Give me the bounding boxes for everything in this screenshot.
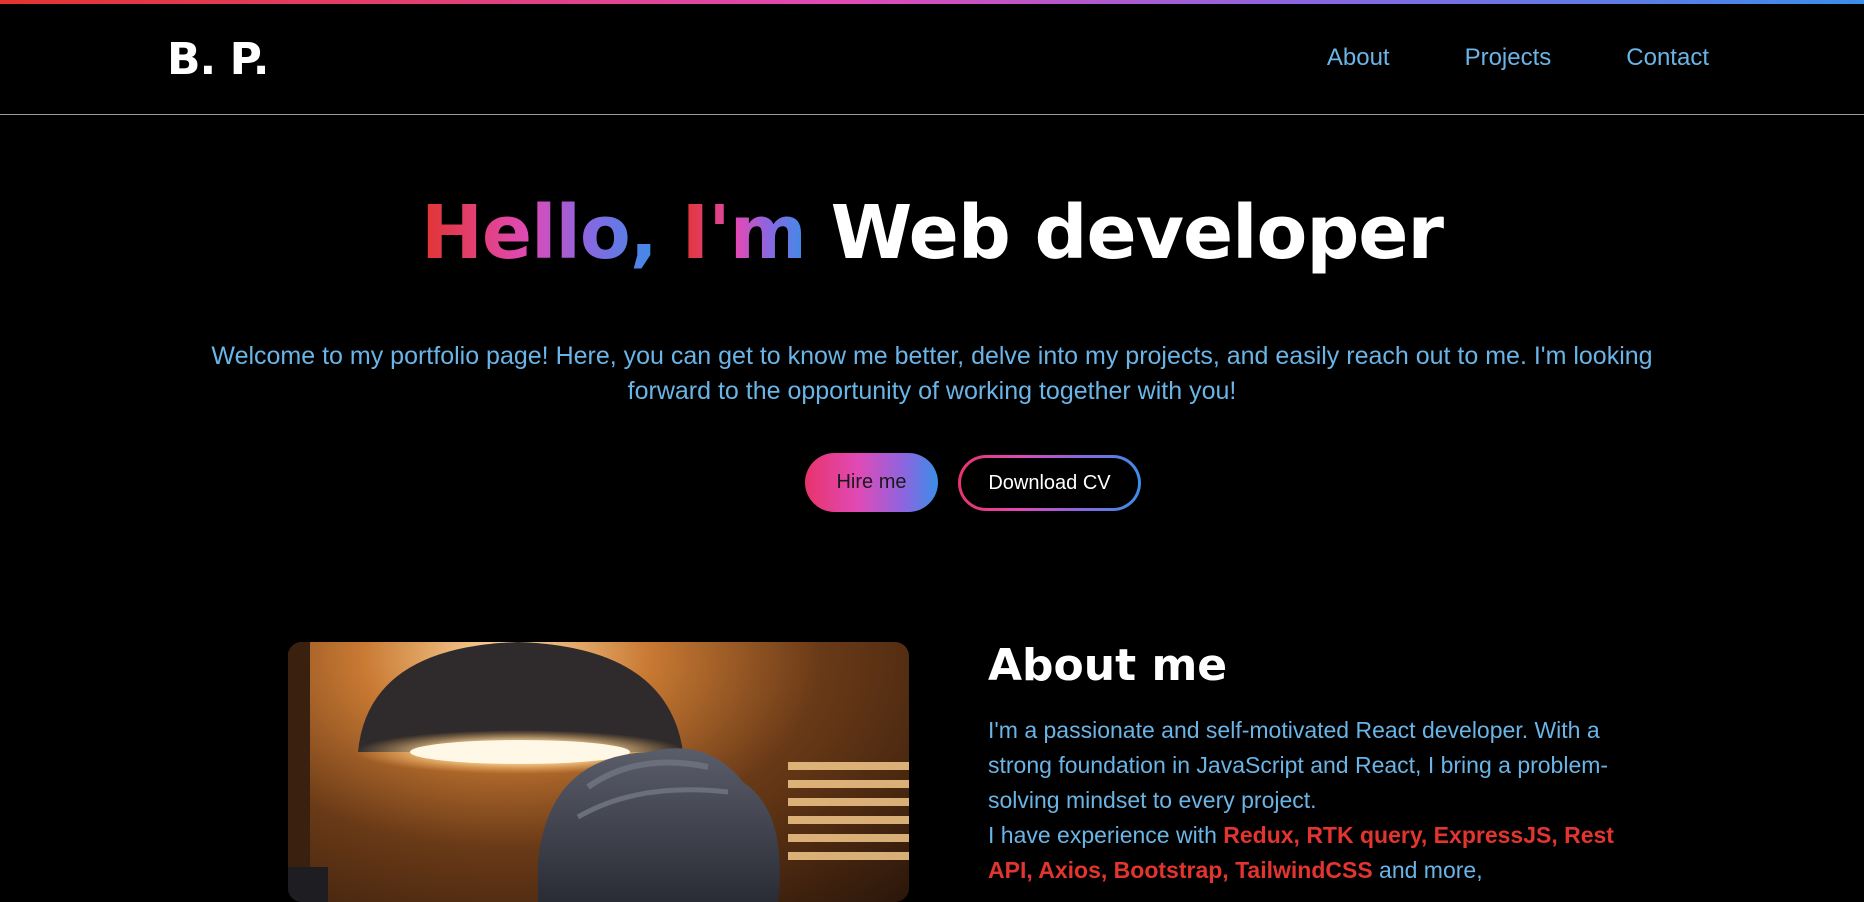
hero-title: Hello, I'm Web developer bbox=[0, 190, 1864, 276]
about-paragraph-1: I'm a passionate and self-motivated Reac… bbox=[988, 717, 1609, 813]
about-paragraph-2: I have experience with Redux, RTK query,… bbox=[988, 818, 1628, 888]
hire-me-button[interactable]: Hire me bbox=[805, 453, 938, 512]
hero-title-role: Web developer bbox=[830, 190, 1444, 276]
about-description: I'm a passionate and self-motivated Reac… bbox=[988, 713, 1628, 888]
hero-buttons: Hire me Download CV bbox=[0, 453, 1864, 512]
hero-title-hello: Hello, bbox=[421, 190, 658, 276]
main-nav: About Projects Contact bbox=[1252, 44, 1709, 72]
hero-title-im: I'm bbox=[681, 190, 807, 276]
hero-description: Welcome to my portfolio page! Here, you … bbox=[211, 342, 1653, 405]
site-header: B. P. About Projects Contact bbox=[0, 4, 1864, 115]
about-skills-prefix: I have experience with bbox=[988, 822, 1217, 848]
profile-photo bbox=[288, 642, 909, 902]
nav-contact-link[interactable]: Contact bbox=[1626, 44, 1709, 72]
nav-about-link[interactable]: About bbox=[1327, 44, 1390, 72]
window-blinds bbox=[788, 762, 909, 860]
site-logo[interactable]: B. P. bbox=[167, 34, 269, 85]
nav-projects-link[interactable]: Projects bbox=[1465, 44, 1552, 72]
download-cv-button[interactable]: Download CV bbox=[958, 455, 1141, 511]
about-skills-suffix: and more, bbox=[1379, 857, 1483, 883]
about-title: About me bbox=[988, 640, 1228, 691]
